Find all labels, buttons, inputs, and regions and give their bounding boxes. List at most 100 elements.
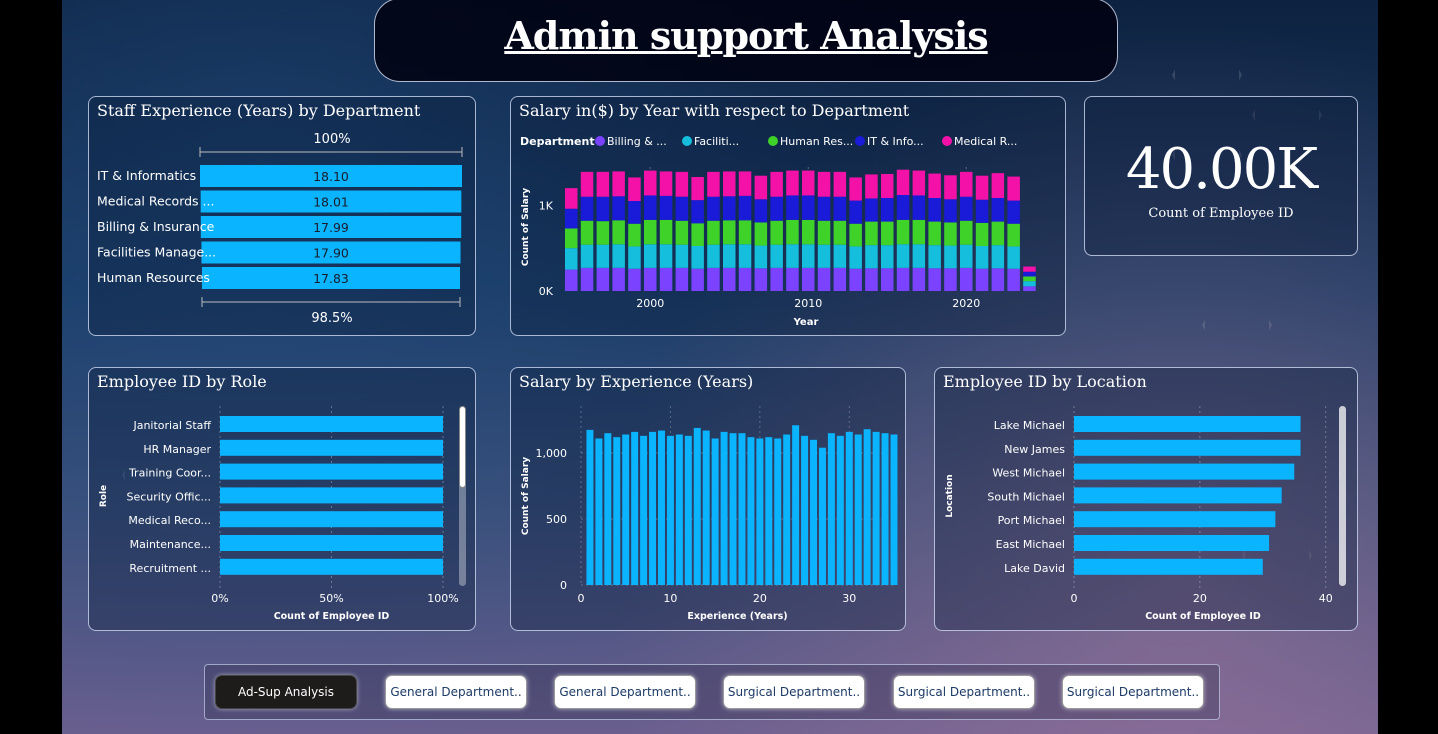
role-chart: 0% 50% 100% Janitorial Staff HR Manager Train… [99, 406, 459, 622]
stacked-bar-segment [975, 199, 989, 223]
bar [818, 447, 826, 585]
stacked-bar-segment [896, 267, 910, 291]
role-scrollbar[interactable] [459, 406, 466, 586]
bar [792, 425, 800, 585]
bar [872, 431, 880, 585]
nav-button-surgical-department-3[interactable]: Surgical Department.. [1062, 675, 1204, 709]
stacked-bar-segment [565, 208, 578, 229]
bar [657, 430, 665, 585]
stacked-bar-segment [975, 268, 989, 291]
stacked-bar-segment [659, 219, 673, 245]
stacked-bar-segment [628, 268, 641, 291]
location-chart: 0 20 40 Lake Michael New James West Michael So… [945, 406, 1333, 622]
stacked-bar-segment [628, 223, 641, 247]
stacked-bar-segment [896, 195, 910, 220]
location-scrollbar[interactable] [1339, 406, 1346, 586]
nav-button-general-department-2[interactable]: General Department.. [554, 675, 696, 709]
stacked-bar-segment [881, 174, 894, 198]
bar [810, 439, 818, 585]
stacked-bar-segment [928, 221, 941, 246]
stacked-bar-segment [991, 173, 1005, 198]
stacked-bar-segment [1023, 286, 1036, 291]
stacked-bar-segment [849, 268, 862, 291]
legend-marker [768, 136, 778, 146]
stacked-bar-segment [1007, 176, 1020, 201]
y-axis-title: Location [945, 474, 955, 517]
stacked-bar-segment [975, 246, 989, 269]
category-label: Training Coor... [128, 467, 211, 480]
stacked-bar-segment [896, 244, 910, 268]
stacked-bar-segment [786, 219, 799, 245]
legend-label: Billing & ... [607, 135, 667, 148]
bar [604, 433, 612, 585]
y-tick-label: 1,000 [536, 447, 568, 460]
stacked-bar-segment [786, 267, 799, 291]
stacked-bar-segment [786, 170, 799, 196]
stacked-bar-segment [723, 220, 736, 245]
bar [729, 433, 737, 585]
stacked-bar-segment [580, 267, 594, 291]
stacked-bar-segment [770, 171, 783, 197]
nav-button-surgical-department-1[interactable]: Surgical Department.. [723, 675, 865, 709]
bar [220, 558, 443, 575]
experience-funnel-chart: 100% IT & Informatics 18.10 Medical Record… [97, 132, 463, 326]
x-axis-title: Year [793, 317, 819, 328]
bar [586, 429, 594, 585]
nav-button-ad-sup-analysis[interactable]: Ad-Sup Analysis [215, 675, 357, 709]
legend-label: Medical R... [954, 135, 1017, 148]
stacked-bar-segment [596, 171, 610, 197]
bar [675, 434, 683, 585]
nav-button-surgical-department-2[interactable]: Surgical Department.. [893, 675, 1035, 709]
stacked-bar-segment [612, 244, 625, 268]
decorative-hex [1202, 293, 1272, 357]
legend-label: Faciliti... [694, 135, 739, 148]
stacked-bar-segment [659, 171, 673, 196]
stacked-bar-segment [675, 244, 689, 268]
stacked-bar-segment [1023, 271, 1036, 277]
stacked-bar-segment [944, 245, 957, 269]
y-tick-label: 0K [539, 285, 554, 298]
stacked-bar-segment [707, 244, 720, 268]
bar [845, 431, 853, 585]
legend-marker [855, 136, 865, 146]
stacked-bar-segment [691, 246, 704, 269]
bar [220, 439, 443, 456]
stacked-bar-segment [928, 245, 941, 269]
stacked-bar-segment [644, 195, 657, 220]
dashboard-title-box: Admin support Analysis [374, 0, 1118, 82]
stacked-bar-segment [817, 196, 831, 221]
stacked-bar-segment [612, 220, 625, 245]
x-tick-label: 20 [1193, 592, 1207, 605]
stacked-bar-segment [754, 175, 768, 200]
bar [738, 433, 746, 585]
stacked-bar-segment [1007, 246, 1020, 269]
stacked-bar-segment [565, 228, 578, 249]
stacked-bar-segment [849, 223, 862, 247]
stacked-bar-segment [802, 244, 815, 268]
stacked-bar-segment [612, 171, 625, 197]
x-tick-label: 50% [319, 592, 343, 605]
bar [220, 511, 443, 528]
bar [666, 435, 674, 585]
bar [765, 437, 773, 585]
stacked-bar-segment [754, 268, 768, 291]
stacked-bar-segment [928, 268, 941, 291]
scrollbar-thumb[interactable] [459, 406, 466, 488]
bottom-percent-label: 98.5% [311, 311, 352, 326]
legend-label: Human Res... [780, 135, 853, 148]
stacked-bar-segment [1007, 223, 1020, 247]
stacked-bar-segment [675, 220, 689, 245]
x-axis-title: Experience (Years) [687, 611, 787, 622]
bar [220, 463, 443, 480]
stacked-bar-segment [596, 221, 610, 245]
stacked-bar-segment [881, 245, 894, 269]
stacked-bar-segment [738, 267, 752, 291]
stacked-bar-segment [896, 219, 910, 245]
stacked-bar-segment [644, 244, 657, 268]
bar [631, 431, 639, 585]
nav-button-general-department-1[interactable]: General Department.. [385, 675, 527, 709]
category-label: South Michael [987, 490, 1065, 503]
y-tick-label: 1K [539, 199, 554, 212]
scrollbar-thumb[interactable] [1339, 406, 1346, 586]
stacked-bar-segment [738, 244, 752, 268]
